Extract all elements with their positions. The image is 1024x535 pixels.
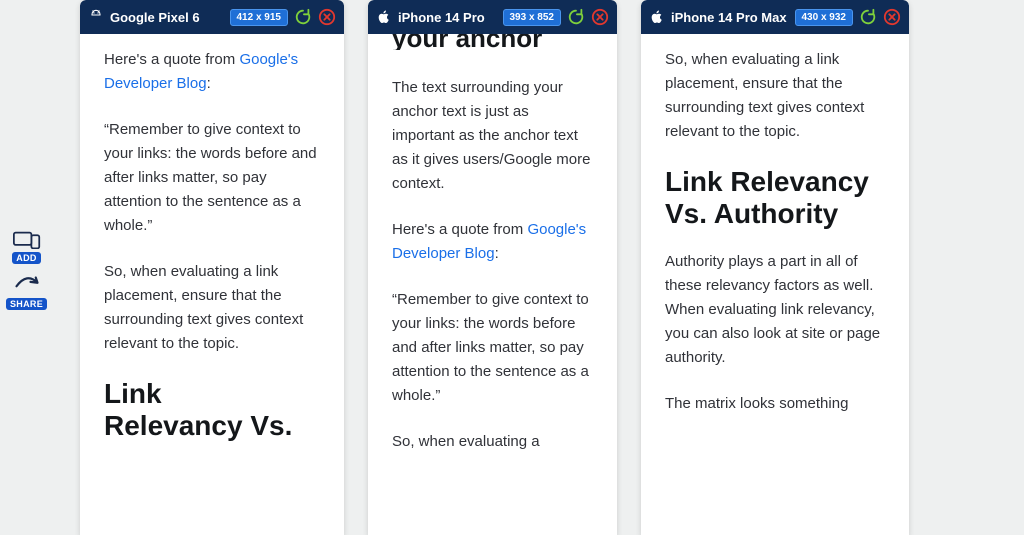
device-panel-iphone14promax: iPhone 14 Pro Max 430 x 932 So, when eva… [641, 0, 909, 535]
heading-relevancy: Link Relevancy Vs. Authority [665, 166, 885, 230]
close-icon[interactable] [591, 8, 609, 26]
device-viewport[interactable]: Here's a quote from Google's Developer B… [80, 34, 344, 535]
close-icon[interactable] [318, 8, 336, 26]
apple-icon [376, 9, 392, 25]
paragraph: “Remember to give context to your links:… [392, 288, 593, 408]
device-title: iPhone 14 Pro Max [671, 10, 789, 25]
refresh-icon[interactable] [859, 8, 877, 26]
paragraph: So, when evaluating a link placement, en… [104, 260, 320, 356]
dimensions-badge[interactable]: 393 x 852 [503, 9, 562, 26]
paragraph: Here's a quote from Google's Developer B… [104, 48, 320, 96]
device-panel-iphone14pro: iPhone 14 Pro 393 x 852 your anchor text… [368, 0, 617, 535]
refresh-icon[interactable] [567, 8, 585, 26]
device-panel-pixel6: Google Pixel 6 412 x 915 Here's a quote … [80, 0, 344, 535]
paragraph: The matrix looks something [665, 392, 885, 416]
device-viewport[interactable]: your anchor text. The text surrounding y… [368, 34, 617, 535]
device-header: iPhone 14 Pro Max 430 x 932 [641, 0, 909, 34]
device-viewport[interactable]: So, when evaluating a link placement, en… [641, 34, 909, 535]
partial-heading: your anchor text. [392, 34, 593, 50]
paragraph: The text surrounding your anchor text is… [392, 76, 593, 196]
dimensions-badge[interactable]: 412 x 915 [230, 9, 289, 26]
apple-icon [649, 9, 665, 25]
paragraph: So, when evaluating a [392, 430, 593, 454]
refresh-icon[interactable] [294, 8, 312, 26]
device-title: Google Pixel 6 [110, 10, 224, 25]
paragraph: Authority plays a part in all of these r… [665, 250, 885, 370]
paragraph: “Remember to give context to your links:… [104, 118, 320, 238]
workspace: Google Pixel 6 412 x 915 Here's a quote … [0, 0, 1024, 535]
paragraph: So, when evaluating a link placement, en… [665, 48, 885, 144]
device-title: iPhone 14 Pro [398, 10, 497, 25]
android-icon [88, 9, 104, 25]
close-icon[interactable] [883, 8, 901, 26]
device-header: iPhone 14 Pro 393 x 852 [368, 0, 617, 34]
device-header: Google Pixel 6 412 x 915 [80, 0, 344, 34]
heading-relevancy: Link Relevancy Vs. [104, 378, 320, 442]
paragraph: Here's a quote from Google's Developer B… [392, 218, 593, 266]
dimensions-badge[interactable]: 430 x 932 [795, 9, 854, 26]
